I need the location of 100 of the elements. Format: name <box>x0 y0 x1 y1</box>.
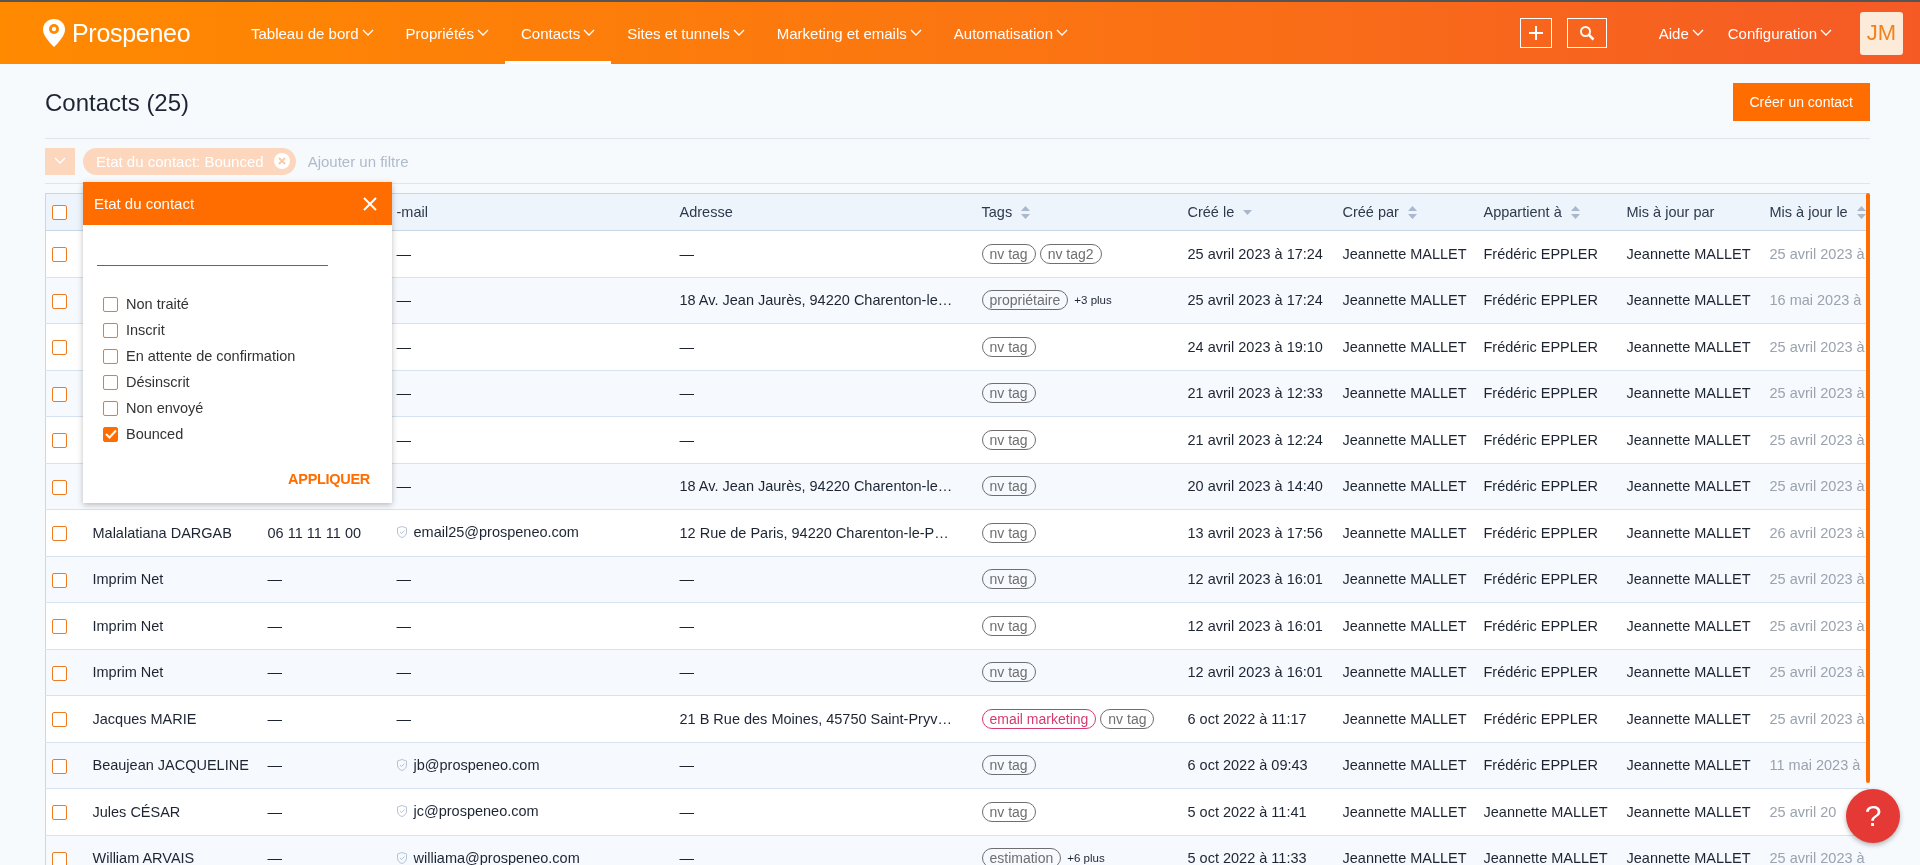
email-address: — <box>396 338 411 355</box>
sort-icon[interactable] <box>1570 206 1580 220</box>
creator-name: Jeannette MALLET <box>1342 757 1467 774</box>
owner-name: Frédéric EPPLER <box>1483 385 1598 402</box>
close-icon[interactable] <box>363 196 377 211</box>
filter-toggle-button[interactable] <box>45 147 75 175</box>
email-address: — <box>396 292 411 309</box>
column-header[interactable]: Mis à jour le <box>1769 204 1848 221</box>
checkbox[interactable] <box>103 322 118 338</box>
address: — <box>679 245 694 262</box>
column-header[interactable]: Tags <box>981 204 1013 221</box>
contact-name[interactable]: William ARVAIS <box>92 850 195 865</box>
creator-name: Jeannette MALLET <box>1342 803 1467 820</box>
contact-name[interactable]: Jules CÉSAR <box>92 803 181 820</box>
checkbox[interactable] <box>52 293 67 309</box>
column-header[interactable]: -mail <box>396 204 428 221</box>
created-date: 6 oct 2022 à 09:43 <box>1187 757 1308 774</box>
checkbox[interactable] <box>52 758 67 774</box>
email-address: — <box>396 431 411 448</box>
column-header[interactable]: Mis à jour par <box>1626 204 1715 221</box>
option-label[interactable]: Inscrit <box>126 322 165 338</box>
checkbox[interactable] <box>52 619 67 635</box>
phone-number: — <box>267 803 282 820</box>
owner-name: Jeannette MALLET <box>1483 803 1608 820</box>
checkbox[interactable] <box>52 526 67 542</box>
remove-icon[interactable] <box>273 153 290 169</box>
column-header[interactable]: Créé par <box>1342 204 1399 221</box>
checkbox[interactable] <box>52 805 67 821</box>
help-button[interactable]: ? <box>1846 789 1900 843</box>
updater-name: Jeannette MALLET <box>1626 478 1751 495</box>
checkbox[interactable] <box>52 340 67 356</box>
updater-name: Jeannette MALLET <box>1626 664 1751 681</box>
checkbox[interactable] <box>103 426 118 442</box>
column-header[interactable]: Appartient à <box>1483 204 1562 221</box>
sort-icon[interactable] <box>1407 206 1417 220</box>
created-date: 21 avril 2023 à 12:24 <box>1187 431 1323 448</box>
more-tags-link[interactable]: +6 plus <box>1067 852 1105 865</box>
created-date: 6 oct 2022 à 11:17 <box>1187 710 1307 727</box>
checkbox[interactable] <box>52 205 67 221</box>
sort-icon[interactable] <box>1021 206 1031 220</box>
address: 12 Rue de Paris, 94220 Charenton-le-P… <box>679 524 949 541</box>
checkbox[interactable] <box>52 851 67 865</box>
option-label[interactable]: En attente de confirmation <box>126 348 296 364</box>
sort-descending-icon[interactable] <box>1243 210 1253 216</box>
owner-name: Frédéric EPPLER <box>1483 245 1598 262</box>
updated-date: 25 avril 20 <box>1769 803 1837 820</box>
email-address: — <box>396 478 411 495</box>
search-button[interactable] <box>1566 18 1607 48</box>
email-address: — <box>396 710 411 727</box>
created-date: 12 avril 2023 à 16:01 <box>1187 617 1323 634</box>
address: — <box>679 385 694 402</box>
checkbox[interactable] <box>52 665 67 681</box>
updater-name: Jeannette MALLET <box>1626 524 1751 541</box>
contact-name[interactable]: Imprim Net <box>92 664 164 681</box>
updated-date: 26 avril 2023 à <box>1769 524 1865 541</box>
contact-name[interactable]: Imprim Net <box>92 617 164 634</box>
owner-name: Frédéric EPPLER <box>1483 617 1598 634</box>
column-header[interactable]: Adresse <box>679 204 733 221</box>
address: 18 Av. Jean Jaurès, 94220 Charenton-le… <box>679 292 953 309</box>
phone-number: — <box>267 710 282 727</box>
owner-name: Frédéric EPPLER <box>1483 710 1598 727</box>
checkbox[interactable] <box>103 374 118 390</box>
checkbox[interactable] <box>52 479 67 495</box>
checkbox[interactable] <box>52 572 67 588</box>
checkbox[interactable] <box>103 400 118 416</box>
option-label[interactable]: Non envoyé <box>126 400 204 416</box>
updated-date: 25 avril 2023 à <box>1769 431 1865 448</box>
email-address: — <box>396 385 411 402</box>
updater-name: Jeannette MALLET <box>1626 803 1751 820</box>
updated-date: 25 avril 2023 à <box>1769 617 1865 634</box>
address: — <box>679 757 694 774</box>
checkbox[interactable] <box>52 247 67 263</box>
contact-name[interactable]: Imprim Net <box>92 571 164 588</box>
checkbox[interactable] <box>103 348 118 364</box>
more-tags-link[interactable]: +3 plus <box>1074 294 1112 307</box>
contact-name[interactable]: Beaujean JACQUELINE <box>92 757 249 774</box>
created-date: 20 avril 2023 à 14:40 <box>1187 478 1323 495</box>
checkbox[interactable] <box>52 433 67 449</box>
option-label[interactable]: Désinscrit <box>126 374 190 390</box>
checkbox[interactable] <box>52 386 67 402</box>
updated-date: 25 avril 2023 à <box>1769 478 1865 495</box>
created-date: 13 avril 2023 à 17:56 <box>1187 524 1323 541</box>
chevron-down-icon <box>1691 29 1704 37</box>
checkbox[interactable] <box>103 296 118 312</box>
creator-name: Jeannette MALLET <box>1342 338 1467 355</box>
option-label[interactable]: Non traité <box>126 296 189 312</box>
option-label[interactable]: Bounced <box>126 426 184 442</box>
owner-name: Frédéric EPPLER <box>1483 478 1598 495</box>
updater-name: Jeannette MALLET <box>1626 431 1751 448</box>
address: — <box>679 850 694 865</box>
owner-name: Jeannette MALLET <box>1483 850 1608 865</box>
creator-name: Jeannette MALLET <box>1342 664 1467 681</box>
updated-date: 25 avril 2023 à <box>1769 710 1865 727</box>
owner-name: Frédéric EPPLER <box>1483 664 1598 681</box>
updated-date: 11 mai 2023 à <box>1769 757 1861 774</box>
add-button[interactable] <box>1519 18 1552 48</box>
scrollbar[interactable] <box>1866 193 1870 783</box>
column-header[interactable]: Créé le <box>1187 204 1235 221</box>
checkbox[interactable] <box>52 712 67 728</box>
add-filter-field[interactable]: Ajouter un filtre <box>303 150 452 172</box>
